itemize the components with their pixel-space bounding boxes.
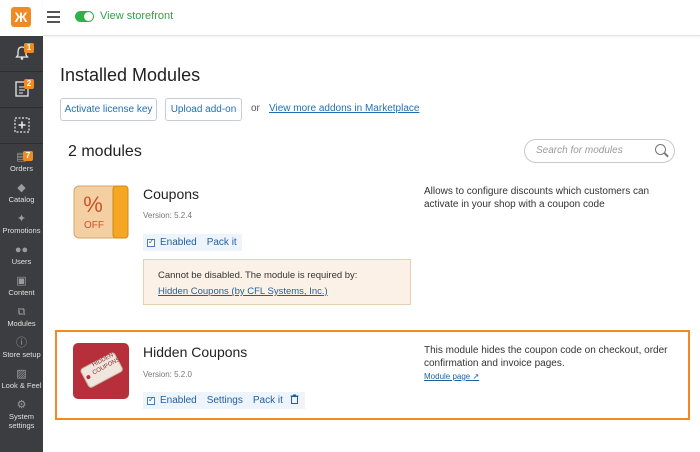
description-line: activate in your shop with a coupon code [424,199,605,210]
sidebar-item-catalog[interactable]: ◆ Catalog [0,177,43,204]
sidebar-item-label: Store setup [2,350,41,359]
logo[interactable]: Ж [11,7,31,27]
sidebar: Ж 1 2 ▤ Orders 7 ◆ Catalog ✦ Promotions … [0,0,43,452]
description-line: Allows to configure discounts which cust… [424,186,650,197]
page-title: Installed Modules [60,65,201,85]
top-bar: View storefront [43,0,700,36]
module-actions: Enabled Settings Pack it [143,392,305,409]
content-icon: ▣ [16,275,27,287]
module-actions: Enabled Pack it [143,234,242,251]
module-name: Coupons [143,186,200,202]
sidebar-item-users[interactable]: ●● Users [0,239,43,266]
enabled-label[interactable]: Enabled [155,392,202,409]
sidebar-item-label: Look & Feel [1,381,42,390]
pack-it-button[interactable]: Pack it [202,234,242,251]
or-text: or [251,103,260,114]
sidebar-item-look-feel[interactable]: ▨ Look & Feel [0,363,43,390]
sidebar-item-label: Users [11,257,32,266]
orders-icon: ▤ [16,151,27,163]
sidebar-item-label: settings [8,421,35,430]
description-line: This module hides the coupon code on che… [424,345,668,356]
module-description: This module hides the coupon code on che… [424,344,668,370]
system-settings-icon: ⚙ [16,399,27,411]
orders-badge: 7 [23,151,33,161]
settings-button[interactable]: Settings [202,392,248,409]
module-name: Hidden Coupons [143,344,248,360]
orders-shortcut-badge: 2 [24,79,34,89]
menu-icon[interactable] [47,11,60,23]
sidebar-item-modules[interactable]: ⧉ Modules [0,301,43,328]
notifications-button[interactable]: 1 [0,36,43,72]
dependency-warning: Cannot be disabled. The module is requir… [143,259,411,305]
sidebar-item-promotions[interactable]: ✦ Promotions [0,208,43,235]
promotions-icon: ✦ [16,213,27,225]
add-icon [13,117,30,134]
store-setup-icon: ⓘ [16,337,27,349]
sidebar-item-label: System [8,412,34,421]
module-description: Allows to configure discounts which cust… [424,185,649,211]
marketplace-link[interactable]: View more addons in Marketplace [269,103,419,114]
activate-license-button[interactable]: Activate license key [60,98,157,121]
users-icon: ●● [14,244,29,256]
pack-it-button[interactable]: Pack it [248,392,288,409]
warning-text: Cannot be disabled. The module is requir… [158,270,358,281]
external-link-icon: ↗ [472,372,480,381]
sidebar-item-label: Promotions [2,226,41,235]
enabled-checkbox[interactable] [147,395,155,405]
catalog-icon: ◆ [17,182,26,194]
search-input[interactable]: Search for modules [536,145,623,156]
enabled-label[interactable]: Enabled [155,234,202,251]
sidebar-item-system-settings[interactable]: ⚙ System settings [0,394,43,430]
notifications-badge: 1 [24,43,34,53]
logo-area: Ж [0,0,43,36]
storefront-toggle[interactable] [75,11,94,22]
sidebar-item-orders[interactable]: ▤ Orders 7 [0,146,43,173]
modules-icon: ⧉ [17,306,26,318]
module-page-link[interactable]: Module page ↗ [424,372,479,381]
enabled-checkbox[interactable] [147,237,155,247]
view-storefront-link[interactable]: View storefront [100,10,173,22]
sidebar-item-store-setup[interactable]: ⓘ Store setup [0,332,43,359]
look-feel-icon: ▨ [16,368,27,380]
search-icon[interactable] [655,144,666,155]
orders-shortcut-button[interactable]: 2 [0,72,43,108]
sidebar-item-content[interactable]: ▣ Content [0,270,43,297]
module-version: Version: 5.2.0 [143,370,192,379]
trash-icon[interactable] [288,394,305,407]
add-button[interactable] [0,108,43,144]
svg-text:%: % [83,192,103,217]
coupon-icon-text: OFF [84,220,104,231]
module-coupons-icon: % OFF [73,184,129,240]
sidebar-item-label: Orders [10,164,33,173]
sidebar-item-label: Content [8,288,35,297]
modules-count: 2 modules [68,143,142,160]
module-version: Version: 5.2.4 [143,211,192,220]
search-box[interactable]: Search for modules [524,139,675,163]
description-line: confirmation and invoice pages. [424,358,565,369]
module-hidden-coupons-icon: HIDDEN COUPONS [73,343,129,399]
sidebar-item-label: Catalog [8,195,35,204]
required-by-link[interactable]: Hidden Coupons (by CFL Systems, Inc.) [158,286,328,297]
upload-addon-button[interactable]: Upload add-on [165,98,242,121]
sidebar-item-label: Modules [7,319,36,328]
module-page-label: Module page [424,372,471,381]
